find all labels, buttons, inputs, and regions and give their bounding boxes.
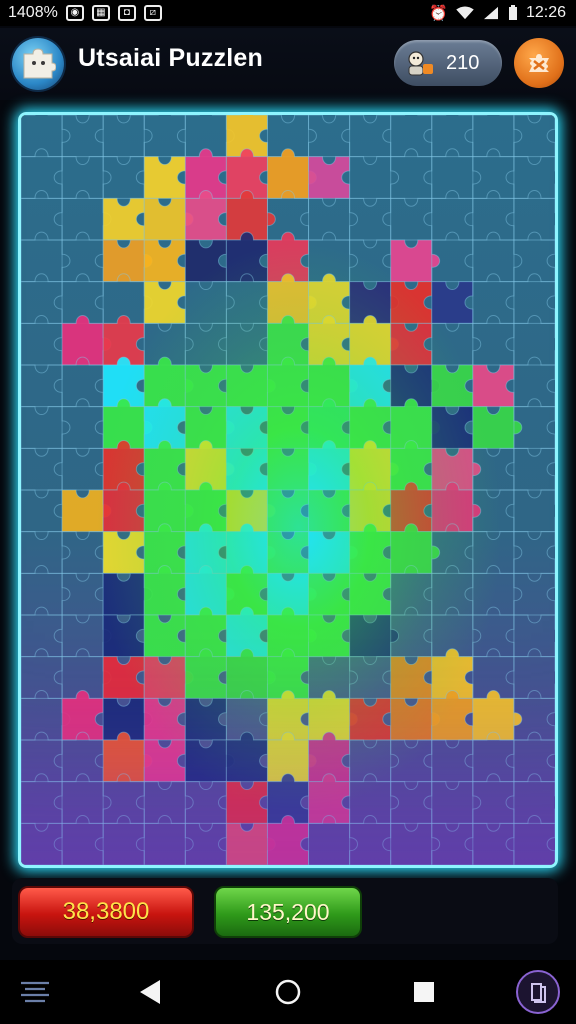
whatsapp-icon: ◉ xyxy=(65,5,84,21)
red-score-button[interactable]: 38,3800 xyxy=(18,886,194,938)
back-icon xyxy=(140,980,160,1004)
app-header: Utsaiai Puzzlen 210 xyxy=(0,28,576,100)
status-right: ⏰ 12:26 xyxy=(429,4,576,22)
app-title: Utsaiai Puzzlen xyxy=(78,44,263,72)
recent-apps-icon xyxy=(414,982,434,1002)
navigation-bar xyxy=(0,960,576,1024)
character-coin-icon xyxy=(408,51,433,76)
pieces-icon xyxy=(531,983,546,1003)
slashed-box-icon: ⧄ xyxy=(143,5,162,21)
coin-counter[interactable]: 210 xyxy=(394,40,502,86)
menu-button[interactable] xyxy=(10,960,60,1024)
gallery-icon: ▦ xyxy=(91,5,110,21)
pieces-button[interactable] xyxy=(512,960,564,1024)
score-panel: 38,3800 135,200 xyxy=(12,878,558,944)
wifi-icon xyxy=(456,6,474,20)
pieces-button-ring xyxy=(516,970,560,1014)
puzzle-board[interactable] xyxy=(18,112,558,868)
back-button[interactable] xyxy=(130,960,170,1024)
signal-icon xyxy=(483,6,498,20)
home-icon xyxy=(275,979,301,1005)
status-left: 1408% ◉ ▦ ◘ ⧄ xyxy=(0,4,162,22)
alarm-off-icon: ⏰ xyxy=(429,5,448,22)
puzzle-board-canvas[interactable] xyxy=(21,115,555,865)
camera-icon: ◘ xyxy=(117,5,136,21)
home-button[interactable] xyxy=(268,960,308,1024)
battery-icon xyxy=(508,5,517,20)
coin-value: 210 xyxy=(446,51,480,74)
status-time: 12:26 xyxy=(525,4,566,21)
status-left-text: 1408% xyxy=(8,4,58,21)
settings-button[interactable] xyxy=(514,38,564,88)
board-glow xyxy=(21,115,555,865)
menu-icon xyxy=(21,981,49,1003)
recent-apps-button[interactable] xyxy=(404,960,444,1024)
green-score-button[interactable]: 135,200 xyxy=(214,886,362,938)
puzzle-piece-logo-icon[interactable] xyxy=(12,38,64,90)
puzzle-piece-settings-icon xyxy=(529,54,549,72)
status-bar: 1408% ◉ ▦ ◘ ⧄ ⏰ 12:26 xyxy=(0,0,576,26)
